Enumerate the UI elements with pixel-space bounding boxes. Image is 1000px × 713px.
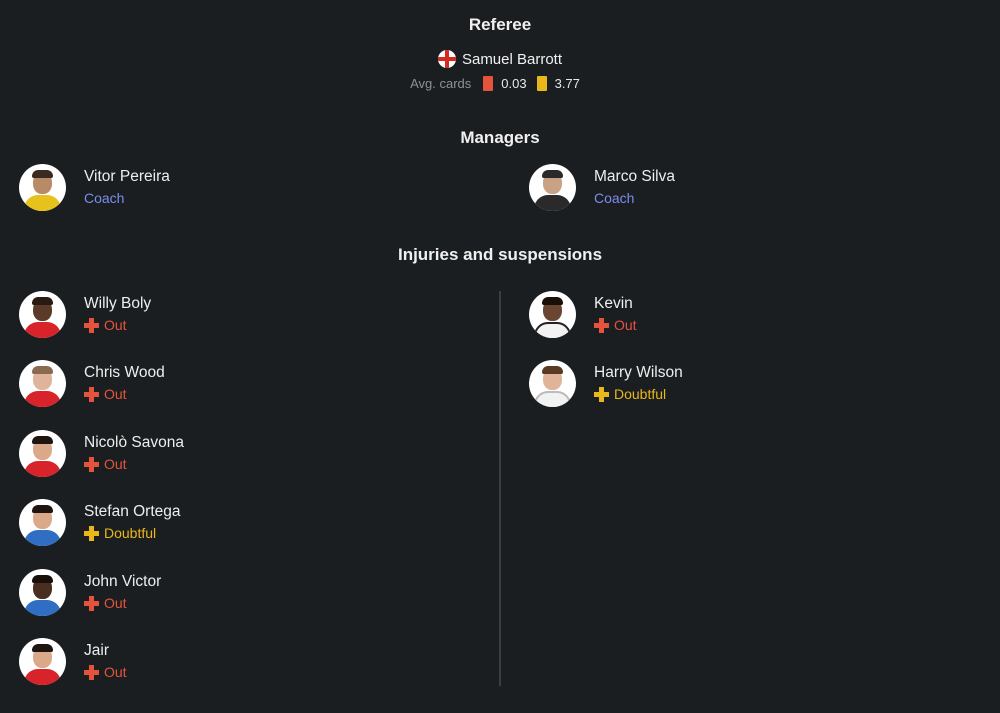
injury-cross-icon [594,317,609,333]
status-badge: Out [84,455,184,473]
manager-name: Vitor Pereira [84,168,170,185]
status-badge: Doubtful [84,524,181,542]
injury-cross-icon [84,664,99,680]
injury-row[interactable]: John Victor Out [19,569,161,616]
injury-cross-icon [84,525,99,541]
yellow-card-icon [536,76,547,91]
player-name: Nicolò Savona [84,434,184,451]
status-badge: Out [594,316,637,334]
status-label: Doubtful [614,386,667,402]
status-badge: Out [84,663,127,681]
avg-cards-label: Avg. cards [410,76,472,91]
avatar [529,164,576,211]
injury-row[interactable]: Jair Out [19,638,127,685]
avatar [19,638,66,685]
injury-row[interactable]: Nicolò Savona Out [19,430,184,477]
status-badge: Out [84,385,165,403]
manager-role: Coach [84,190,125,206]
avatar [529,360,576,407]
avatar [19,291,66,338]
referee-name[interactable]: Samuel Barrott [462,51,562,68]
status-badge: Doubtful [594,385,683,403]
manager-name: Marco Silva [594,168,675,185]
player-name: Jair [84,642,109,659]
injuries-title: Injuries and suspensions [397,245,603,264]
avatar [19,430,66,477]
player-name: John Victor [84,573,162,590]
manager-home[interactable]: Vitor Pereira Coach [19,164,170,211]
managers-title: Managers [460,128,540,147]
injury-row[interactable]: Harry Wilson Doubtful [529,360,683,407]
status-label: Out [104,664,127,680]
column-divider [499,291,501,686]
red-card-icon [483,76,494,91]
referee-title: Referee [468,15,532,34]
player-name: Willy Boly [84,295,152,312]
status-label: Out [104,386,127,402]
status-label: Out [104,456,127,472]
injury-cross-icon [84,456,99,472]
status-label: Out [104,317,127,333]
avatar [19,164,66,211]
player-name: Kevin [594,295,633,312]
injury-row[interactable]: Willy Boly Out [19,291,151,338]
injury-row[interactable]: Kevin Out [529,291,637,338]
injury-row[interactable]: Stefan Ortega Doubtful [19,499,181,546]
status-label: Doubtful [104,525,157,541]
avatar [19,360,66,407]
status-badge: Out [84,594,161,612]
injury-cross-icon [84,386,99,402]
injury-cross-icon [84,595,99,611]
injury-row[interactable]: Chris Wood Out [19,360,165,407]
england-flag-icon [437,50,456,68]
yellow-cards-value: 3.77 [554,76,580,91]
status-label: Out [614,317,637,333]
status-badge: Out [84,316,151,334]
injury-cross-icon [84,317,99,333]
player-name: Stefan Ortega [84,503,181,520]
status-label: Out [104,595,127,611]
injury-cross-icon [594,386,609,402]
avatar [529,291,576,338]
avatar [19,569,66,616]
manager-role: Coach [594,190,635,206]
referee-row: Samuel Barrott [0,50,1000,68]
match-info-panel: Referee Samuel Barrott Avg. cards 0.03 3… [0,0,1000,713]
player-name: Harry Wilson [594,364,683,381]
manager-away[interactable]: Marco Silva Coach [529,164,675,211]
avatar [19,499,66,546]
red-cards-value: 0.03 [501,76,527,91]
referee-avg-cards: Avg. cards 0.03 3.77 [0,76,1000,91]
player-name: Chris Wood [84,364,165,381]
